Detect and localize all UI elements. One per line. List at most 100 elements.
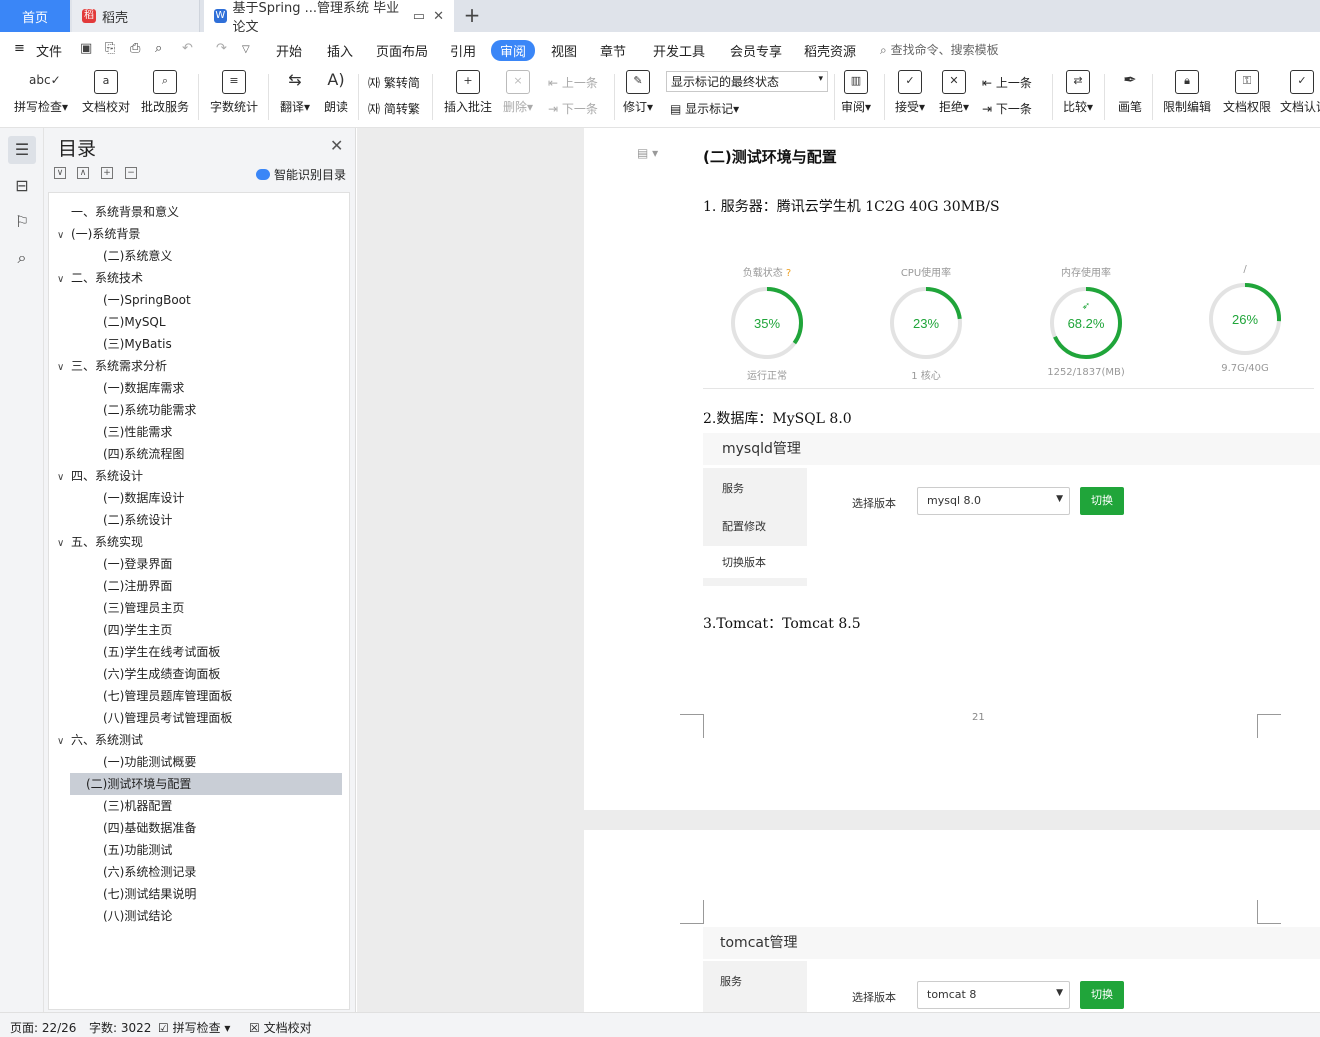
toc-item[interactable]: (一)SpringBoot (89, 289, 191, 311)
toc-item[interactable]: (二)系统设计 (89, 509, 172, 531)
toc-item[interactable]: (二)系统功能需求 (89, 399, 196, 421)
smart-toc-button[interactable]: 智能识别目录 (256, 166, 346, 183)
tomcat-switch-button[interactable]: 切换 (1080, 981, 1124, 1009)
toc-item[interactable]: (五)学生在线考试面板 (89, 641, 220, 663)
mysql-switch-button[interactable]: 切换 (1080, 487, 1124, 515)
next-change-button[interactable]: ⇥ 下一条 (982, 100, 1032, 117)
tab-daoke[interactable]: 稻 稻壳 (72, 0, 200, 32)
next-comment-button[interactable]: ⇥ 下一条 (548, 100, 598, 117)
toc-item[interactable]: (四)系统流程图 (89, 443, 184, 465)
undo-icon[interactable]: ↶ (182, 41, 193, 56)
toc-item[interactable]: ∨ (一)系统背景 (57, 223, 140, 245)
chevron-down-icon[interactable]: ∨ (57, 467, 71, 489)
toc-item[interactable]: (三)性能需求 (89, 421, 172, 443)
tomcat-version-select[interactable]: tomcat 8 ▼ (917, 981, 1070, 1009)
expand-up-icon[interactable]: ∧ (77, 167, 89, 179)
remove-level-icon[interactable]: − (125, 167, 137, 179)
command-search[interactable]: ⌕ 查找命令、搜索模板 (880, 41, 999, 58)
menu-insert[interactable]: 插入 (327, 41, 353, 60)
new-tab-button[interactable]: + (458, 0, 486, 32)
page-indicator[interactable]: 页面: 22/26 (10, 1019, 76, 1036)
menu-member[interactable]: 会员专享 (730, 41, 782, 60)
compare-button[interactable]: ⇄ 比较▾ (1060, 70, 1096, 115)
traditional-to-simplified-button[interactable]: ㈖ 繁转简 (368, 74, 420, 91)
help-icon[interactable]: ? (783, 268, 791, 279)
add-level-icon[interactable]: + (101, 167, 113, 179)
toc-item[interactable]: (七)管理员题库管理面板 (89, 685, 232, 707)
chevron-down-icon[interactable]: ∨ (57, 225, 71, 247)
toc-item[interactable]: (八)管理员考试管理面板 (89, 707, 232, 729)
accept-button[interactable]: ✓ 接受▾ (892, 70, 928, 115)
quick-access-dropdown-icon[interactable]: ▽ (242, 44, 250, 55)
toc-item[interactable]: ∨ 三、系统需求分析 (57, 355, 167, 377)
toc-item[interactable]: (二)系统意义 (89, 245, 172, 267)
pen-button[interactable]: ✒ 画笔 (1114, 70, 1146, 115)
toc-item[interactable]: ∨ 五、系统实现 (57, 531, 143, 553)
status-doc-proof[interactable]: ☒ 文档校对 (249, 1019, 312, 1036)
close-icon[interactable]: ✕ (433, 9, 444, 24)
bookmark-icon[interactable]: ⚐ (8, 208, 36, 236)
chevron-down-icon[interactable]: ∨ (57, 269, 71, 291)
side-item-service[interactable]: 服务 (720, 973, 742, 989)
simplified-to-traditional-button[interactable]: ㈖ 简转繁 (368, 100, 420, 117)
word-count[interactable]: 字数: 3022 (89, 1019, 151, 1036)
toc-item[interactable]: ∨ 二、系统技术 (57, 267, 143, 289)
toc-item[interactable]: (二)MySQL (89, 311, 166, 333)
menu-reference[interactable]: 引用 (450, 41, 476, 60)
close-icon[interactable]: ✕ (330, 136, 343, 155)
menu-review[interactable]: 审阅 (491, 40, 536, 61)
menu-devtools[interactable]: 开发工具 (653, 41, 705, 60)
side-item-service[interactable]: 服务 (722, 480, 744, 496)
status-spell-check[interactable]: ☑ 拼写检查 ▾ (158, 1019, 230, 1036)
export-icon[interactable]: ⎘ (105, 41, 115, 56)
menu-chapter[interactable]: 章节 (600, 41, 626, 60)
search-icon[interactable]: ⌕ (8, 244, 36, 272)
toc-item[interactable]: (三)管理员主页 (89, 597, 184, 619)
toc-item[interactable]: 一、系统背景和意义 (57, 201, 179, 223)
doc-proof-button[interactable]: a 文档校对 (80, 70, 132, 115)
spell-check-button[interactable]: abc✓ 拼写检查▾ (10, 70, 72, 115)
toc-item[interactable]: (七)测试结果说明 (89, 883, 196, 905)
prev-change-button[interactable]: ⇤ 上一条 (982, 74, 1032, 91)
tab-document[interactable]: W 基于Spring ...管理系统 毕业论文 ▭ ✕ (204, 0, 454, 35)
toc-item[interactable]: (一)功能测试概要 (89, 751, 196, 773)
menu-view[interactable]: 视图 (551, 41, 577, 60)
page-doc-icon[interactable]: ▤ ▾ (637, 146, 658, 160)
toc-item[interactable]: (三)机器配置 (89, 795, 172, 817)
toc-item[interactable]: (三)MyBatis (89, 333, 172, 355)
toc-item[interactable]: (一)数据库需求 (89, 377, 184, 399)
batch-correct-button[interactable]: ⌕ 批改服务 (140, 70, 190, 115)
track-changes-button[interactable]: ✎ 修订▾ (620, 70, 656, 115)
monitor-icon[interactable]: ▭ (413, 9, 425, 24)
side-item-switch-version[interactable]: 切换版本 (703, 546, 807, 578)
delete-comment-button[interactable]: × 删除▾ (500, 70, 536, 115)
insert-comment-button[interactable]: + 插入批注 (442, 70, 494, 115)
mysql-version-select[interactable]: mysql 8.0 ▼ (917, 487, 1070, 515)
toc-panel-icon[interactable]: ☰ (8, 136, 36, 164)
toc-item[interactable]: (二)注册界面 (89, 575, 172, 597)
chevron-down-icon[interactable]: ∨ (57, 533, 71, 555)
rocket-icon[interactable]: ➶ (1082, 301, 1090, 312)
review-pane-button[interactable]: ▥ 审阅▾ (838, 70, 874, 115)
side-item-config[interactable]: 配置修改 (722, 518, 766, 534)
preview-icon[interactable]: ⌕ (155, 41, 162, 56)
prev-comment-button[interactable]: ⇤ 上一条 (548, 74, 598, 91)
word-count-button[interactable]: ≡ 字数统计 (208, 70, 260, 115)
markup-state-select[interactable]: 显示标记的最终状态 ▾ (666, 71, 828, 92)
menu-daoke-resources[interactable]: 稻壳资源 (804, 41, 856, 60)
toc-item[interactable]: ∨ 四、系统设计 (57, 465, 143, 487)
toc-item[interactable]: (六)系统检测记录 (89, 861, 196, 883)
doc-certification-button[interactable]: ✓ 文档认证 (1280, 70, 1320, 115)
menu-file[interactable]: 文件 (36, 41, 62, 60)
print-icon[interactable]: ⎙ (130, 41, 140, 56)
toc-item[interactable]: (一)数据库设计 (89, 487, 184, 509)
menu-start[interactable]: 开始 (276, 41, 302, 60)
toc-item[interactable]: (一)登录界面 (89, 553, 172, 575)
toc-item[interactable]: (四)学生主页 (89, 619, 172, 641)
hamburger-icon[interactable]: ≡ (14, 41, 25, 56)
collapse-all-icon[interactable]: ∨ (54, 167, 66, 179)
translate-button[interactable]: ⇆ 翻译▾ (278, 70, 312, 115)
toc-item[interactable]: (二)测试环境与配置 (70, 773, 342, 795)
redo-icon[interactable]: ↷ (216, 41, 227, 56)
chevron-down-icon[interactable]: ∨ (57, 357, 71, 379)
